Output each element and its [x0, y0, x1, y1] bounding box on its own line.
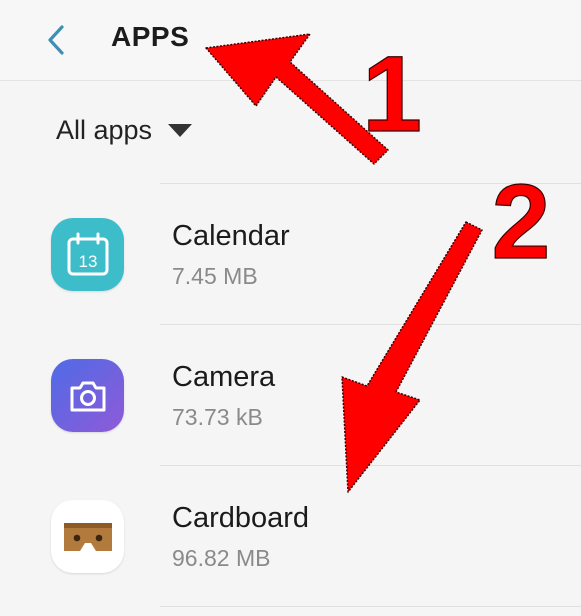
app-size: 73.73 kB [172, 404, 263, 430]
divider [160, 465, 581, 466]
calendar-icon: 13 [51, 218, 124, 291]
chevron-left-icon [48, 25, 64, 55]
filter-label: All apps [56, 114, 153, 145]
page-title: APPS [111, 21, 190, 52]
divider [160, 606, 581, 607]
camera-icon [51, 359, 124, 432]
app-size: 96.82 MB [172, 545, 271, 571]
cardboard-icon [51, 500, 124, 573]
apps-screen: APPS All apps 13 Calendar 7.45 MB Camera… [0, 0, 581, 616]
app-name: Calendar [172, 220, 290, 252]
app-size: 7.45 MB [172, 263, 258, 289]
calendar-glyph: 13 [67, 232, 108, 275]
app-name: Camera [172, 361, 276, 393]
calendar-day: 13 [78, 252, 97, 271]
camera-glyph [70, 381, 105, 411]
divider [160, 324, 581, 325]
app-row-camera[interactable]: Camera 73.73 kB [0, 324, 581, 465]
app-bar: APPS [0, 0, 581, 81]
app-row-calendar[interactable]: 13 Calendar 7.45 MB [0, 183, 581, 324]
app-filter-dropdown[interactable]: All apps [56, 108, 193, 152]
app-name: Cardboard [172, 502, 310, 534]
cardboard-glyph [63, 522, 112, 551]
divider [160, 183, 581, 184]
back-button[interactable] [36, 18, 76, 62]
app-row-cardboard[interactable]: Cardboard 96.82 MB [0, 465, 581, 606]
app-list: 13 Calendar 7.45 MB Camera 73.73 kB Card… [0, 183, 581, 607]
caret-down-icon [168, 123, 193, 137]
